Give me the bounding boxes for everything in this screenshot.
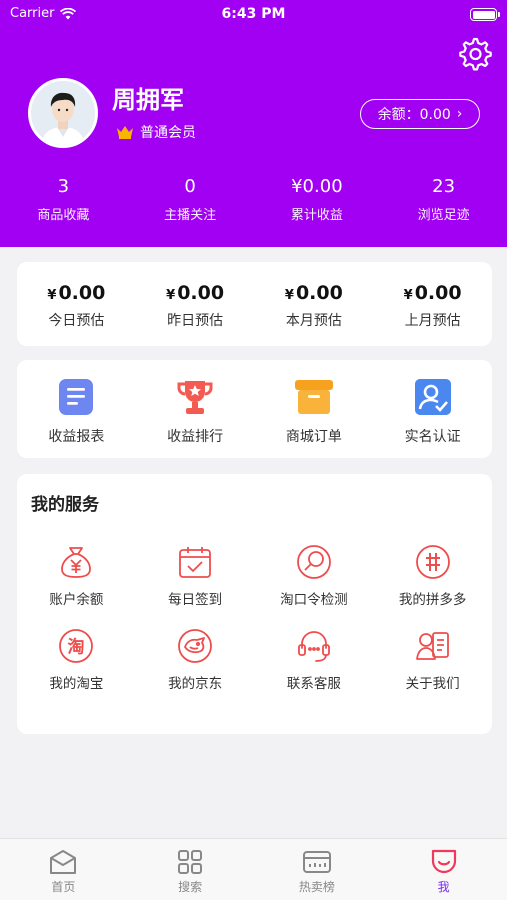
estimate-label: 今日预估 bbox=[48, 313, 105, 329]
headset-icon bbox=[297, 631, 330, 662]
estimate-amount: 0.00 bbox=[414, 282, 462, 304]
quick-actions-card: 收益报表 收益排行 商城订单 实名认证 bbox=[17, 360, 492, 458]
svg-text:淘: 淘 bbox=[68, 637, 85, 658]
service-my-pinduoduo[interactable]: 我的拼多多 bbox=[373, 544, 492, 608]
tab-label: 我 bbox=[437, 880, 450, 894]
taobao-icon: 淘 bbox=[59, 629, 94, 663]
magnifier-icon bbox=[296, 545, 331, 579]
pinduoduo-icon bbox=[415, 545, 450, 579]
avatar-portrait-icon bbox=[31, 81, 95, 145]
earnings-estimate-card: ¥0.00 今日预估 ¥0.00 昨日预估 ¥0.00 本月预估 ¥0.00 上… bbox=[17, 262, 492, 346]
stat-label: 累计收益 bbox=[290, 208, 343, 223]
stat-value: 0 bbox=[184, 176, 196, 197]
crown-icon bbox=[117, 126, 133, 139]
id-verify-icon bbox=[414, 379, 451, 415]
tab-label: 热卖榜 bbox=[298, 880, 335, 894]
member-level-label: 普通会员 bbox=[140, 125, 196, 141]
stat-history[interactable]: 23 浏览足迹 bbox=[380, 176, 507, 223]
estimate-amount: 0.00 bbox=[295, 282, 343, 304]
settings-gear-icon[interactable] bbox=[455, 35, 493, 73]
estimate-label: 昨日预估 bbox=[167, 313, 224, 329]
stat-label: 商品收藏 bbox=[37, 208, 90, 223]
service-label: 我的淘宝 bbox=[49, 676, 104, 692]
stat-label: 主播关注 bbox=[164, 208, 217, 223]
my-services-card: 我的服务 账户余额 每日签到 淘口令检测 我的拼多多 淘 我的淘宝 我的京东 联… bbox=[17, 474, 492, 734]
grid-icon bbox=[178, 850, 203, 874]
money-bag-icon bbox=[61, 547, 92, 578]
tab-label: 首页 bbox=[51, 880, 76, 894]
service-label: 淘口令检测 bbox=[280, 592, 348, 608]
service-label: 关于我们 bbox=[405, 676, 460, 692]
stat-total-earnings[interactable]: ¥0.00 累计收益 bbox=[254, 176, 381, 223]
services-grid: 账户余额 每日签到 淘口令检测 我的拼多多 淘 我的淘宝 我的京东 联系客服 关 bbox=[17, 544, 492, 692]
quick-action-label: 收益报表 bbox=[48, 429, 105, 445]
service-about-us[interactable]: 关于我们 bbox=[373, 628, 492, 692]
estimate-amount: 0.00 bbox=[58, 282, 106, 304]
service-label: 联系客服 bbox=[286, 676, 341, 692]
avatar[interactable] bbox=[28, 78, 98, 148]
estimate-label: 本月预估 bbox=[285, 313, 342, 329]
battery-icon bbox=[470, 8, 500, 21]
home-icon bbox=[50, 850, 77, 874]
quick-action-label: 商城订单 bbox=[285, 429, 342, 445]
service-label: 我的拼多多 bbox=[398, 592, 467, 608]
member-level: 普通会员 bbox=[116, 122, 196, 142]
stat-favorites[interactable]: 3 商品收藏 bbox=[0, 176, 127, 223]
tab-me[interactable]: 我 bbox=[380, 839, 507, 900]
stat-value: ¥0.00 bbox=[291, 176, 343, 197]
stat-value: 23 bbox=[432, 176, 456, 197]
quick-action-label: 实名认证 bbox=[404, 429, 461, 445]
tab-hot-ranking[interactable]: 热卖榜 bbox=[254, 839, 381, 900]
username: 周拥军 bbox=[112, 86, 184, 114]
tab-search[interactable]: 搜索 bbox=[127, 839, 254, 900]
balance-button[interactable]: 余额：0.00 › bbox=[360, 99, 480, 129]
quick-action-label: 收益排行 bbox=[167, 429, 224, 445]
estimate-label: 上月预估 bbox=[404, 313, 461, 329]
estimate-amount: 0.00 bbox=[177, 282, 225, 304]
currency-symbol: ¥ bbox=[47, 288, 57, 303]
service-account-balance[interactable]: 账户余额 bbox=[17, 544, 136, 608]
quick-action-earnings-report[interactable]: 收益报表 bbox=[17, 360, 136, 458]
trophy-icon bbox=[177, 381, 213, 414]
stat-label: 浏览足迹 bbox=[417, 208, 470, 223]
me-icon bbox=[431, 849, 456, 874]
box-icon bbox=[294, 380, 333, 414]
currency-symbol: ¥ bbox=[284, 288, 294, 303]
estimate-this-month[interactable]: ¥0.00 本月预估 bbox=[255, 262, 374, 346]
currency-symbol: ¥ bbox=[166, 288, 176, 303]
service-taokouling-check[interactable]: 淘口令检测 bbox=[255, 544, 374, 608]
calendar-check-icon bbox=[179, 547, 212, 578]
service-label: 我的京东 bbox=[168, 676, 223, 692]
service-label: 账户余额 bbox=[49, 592, 104, 608]
report-icon bbox=[59, 379, 94, 415]
stat-value: 3 bbox=[57, 176, 70, 197]
jd-dog-icon bbox=[178, 629, 213, 663]
service-my-jd[interactable]: 我的京东 bbox=[136, 628, 255, 692]
quick-action-mall-orders[interactable]: 商城订单 bbox=[255, 360, 374, 458]
stat-following[interactable]: 0 主播关注 bbox=[127, 176, 254, 223]
services-title: 我的服务 bbox=[31, 495, 99, 515]
clock: 6:43 PM bbox=[221, 6, 286, 22]
estimate-yesterday[interactable]: ¥0.00 昨日预估 bbox=[136, 262, 255, 346]
service-daily-checkin[interactable]: 每日签到 bbox=[136, 544, 255, 608]
quick-action-id-verification[interactable]: 实名认证 bbox=[373, 360, 492, 458]
service-my-taobao[interactable]: 淘 我的淘宝 bbox=[17, 628, 136, 692]
chevron-right-icon: › bbox=[456, 106, 463, 122]
service-customer-support[interactable]: 联系客服 bbox=[255, 628, 374, 692]
about-card-icon bbox=[415, 632, 449, 660]
bottom-tab-bar: 首页 搜索 热卖榜 我 bbox=[0, 838, 507, 900]
service-label: 每日签到 bbox=[168, 592, 223, 608]
tab-home[interactable]: 首页 bbox=[0, 839, 127, 900]
profile-header: Carrier 6:43 PM 周拥军 普通会员 余额：0.00 › 3 商品收… bbox=[0, 0, 507, 247]
ranking-icon bbox=[302, 851, 331, 873]
tab-label: 搜索 bbox=[178, 880, 203, 894]
status-bar: Carrier 6:43 PM bbox=[0, 0, 507, 28]
quick-action-earnings-ranking[interactable]: 收益排行 bbox=[136, 360, 255, 458]
profile-stats: 3 商品收藏 0 主播关注 ¥0.00 累计收益 23 浏览足迹 bbox=[0, 176, 507, 223]
estimate-today[interactable]: ¥0.00 今日预估 bbox=[17, 262, 136, 346]
balance-label: 余额：0.00 bbox=[377, 107, 451, 123]
currency-symbol: ¥ bbox=[403, 288, 413, 303]
estimate-last-month[interactable]: ¥0.00 上月预估 bbox=[373, 262, 492, 346]
